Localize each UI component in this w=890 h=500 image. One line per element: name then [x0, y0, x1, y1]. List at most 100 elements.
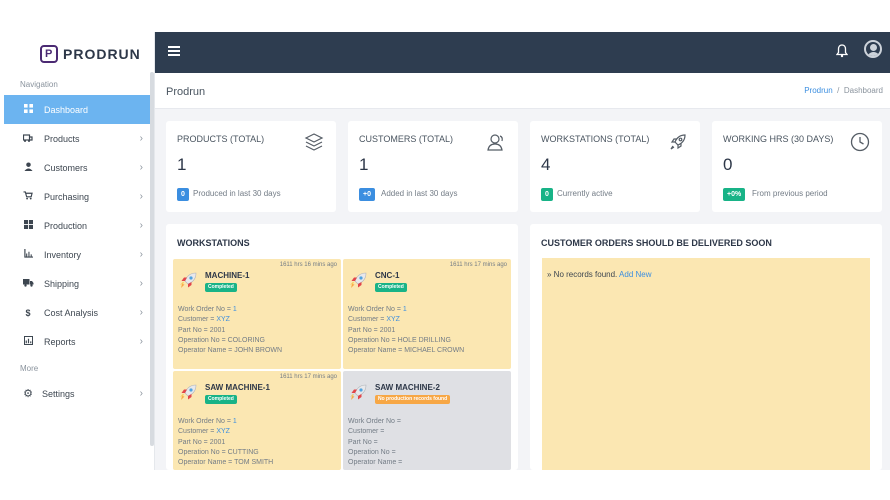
status-badge: No production records found	[375, 395, 451, 404]
rocket-icon	[348, 271, 368, 291]
stat-badge: +0	[359, 188, 375, 201]
work-order-link[interactable]: 1	[233, 306, 237, 313]
stat-subtext: Produced in last 30 days	[193, 189, 281, 198]
stat-value: 1	[359, 155, 369, 174]
stat-label: CUSTOMERS (TOTAL)	[359, 134, 454, 144]
clock-icon	[850, 132, 870, 152]
stat-badge: 0	[541, 188, 553, 201]
sidebar-item-purchasing[interactable]: Purchasing ›	[4, 182, 153, 211]
sidebar-item-production[interactable]: Production ›	[4, 211, 153, 240]
chevron-right-icon: ›	[139, 336, 143, 347]
stat-card-customers: CUSTOMERS (TOTAL) 1 +0 Added in last 30 …	[348, 121, 518, 212]
chevron-right-icon: ›	[139, 133, 143, 144]
layers-icon	[304, 132, 324, 152]
breadcrumb-current: Dashboard	[843, 86, 883, 95]
inventory-icon	[22, 249, 34, 260]
stat-card-workstations: WORKSTATIONS (TOTAL) 4 0 Currently activ…	[530, 121, 700, 212]
customers-icon	[486, 132, 506, 152]
sidebar-item-label: Inventory	[44, 249, 82, 260]
nav-section-more: More	[20, 364, 39, 373]
workstation-card-cnc-1[interactable]: 1611 hrs 17 mins ago CNC-1 Completed Wor…	[343, 259, 511, 369]
customer-link[interactable]: XYZ	[386, 316, 400, 323]
customer-orders-panel: CUSTOMER ORDERS SHOULD BE DELIVERED SOON…	[530, 224, 882, 470]
products-icon	[22, 133, 34, 144]
stat-label: WORKING HRS (30 DAYS)	[723, 134, 834, 144]
chevron-right-icon: ›	[139, 191, 143, 202]
work-order-link[interactable]: 1	[403, 306, 407, 313]
sidebar-item-cost-analysis[interactable]: $ Cost Analysis ›	[4, 298, 153, 327]
rocket-icon	[178, 383, 198, 403]
bell-icon[interactable]	[835, 44, 849, 58]
last-activity-time: 1611 hrs 16 mins ago	[279, 262, 337, 268]
workstation-card-saw-machine-2[interactable]: SAW MACHINE-2 No production records foun…	[343, 371, 511, 470]
chevron-right-icon: ›	[139, 278, 143, 289]
nav-section-navigation: Navigation	[20, 80, 58, 89]
chevron-right-icon: ›	[139, 307, 143, 318]
dashboard-icon	[22, 104, 34, 115]
topbar	[155, 32, 890, 73]
sidebar-item-inventory[interactable]: Inventory ›	[4, 240, 153, 269]
work-order-link[interactable]: 1	[233, 418, 237, 425]
stat-card-working-hours: WORKING HRS (30 DAYS) 0 +0% From previou…	[712, 121, 882, 212]
truck-icon	[22, 278, 34, 289]
sidebar-scrollbar[interactable]	[150, 72, 154, 446]
workstation-name: MACHINE-1	[205, 271, 250, 280]
sidebar-item-customers[interactable]: Customers ›	[4, 153, 153, 182]
panel-title: WORKSTATIONS	[177, 238, 250, 248]
orders-empty-box: » No records found. Add New	[542, 258, 870, 470]
chevron-right-icon: ›	[139, 388, 143, 399]
chevron-right-icon: ›	[139, 249, 143, 260]
workstation-details: Work Order No = 1 Customer = XYZ Part No…	[178, 418, 274, 467]
sidebar-item-label: Reports	[44, 336, 76, 347]
sidebar-item-label: Settings	[42, 388, 75, 399]
add-new-link[interactable]: Add New	[619, 270, 651, 279]
panel-title: CUSTOMER ORDERS SHOULD BE DELIVERED SOON	[541, 238, 772, 248]
workstation-card-saw-machine-1[interactable]: 1611 hrs 17 mins ago SAW MACHINE-1 Compl…	[173, 371, 341, 470]
stat-card-products: PRODUCTS (TOTAL) 1 0 Produced in last 30…	[166, 121, 336, 212]
page-title: Prodrun	[166, 86, 206, 98]
dollar-icon: $	[25, 307, 31, 318]
workstation-card-machine-1[interactable]: 1611 hrs 16 mins ago MACHINE-1 Completed…	[173, 259, 341, 369]
reports-icon	[22, 335, 34, 347]
main-content: Prodrun Prodrun / Dashboard PRODUCTS (TO…	[155, 73, 890, 470]
brand[interactable]: P PRODRUN	[40, 45, 141, 63]
stat-badge: +0%	[723, 188, 746, 201]
sidebar-item-products[interactable]: Products ›	[4, 124, 153, 153]
stat-value: 0	[723, 155, 733, 174]
sidebar-item-shipping[interactable]: Shipping ›	[4, 269, 153, 298]
stat-value: 1	[177, 155, 187, 174]
sidebar-item-label: Production	[44, 220, 88, 231]
workstation-name: SAW MACHINE-1	[205, 383, 270, 392]
user-avatar-icon[interactable]	[864, 40, 882, 58]
user-icon	[22, 162, 34, 173]
stat-value: 4	[541, 155, 551, 174]
sidebar-item-reports[interactable]: Reports ›	[4, 327, 153, 356]
breadcrumb-separator: /	[837, 86, 840, 95]
page-title-bar: Prodrun Prodrun / Dashboard	[155, 73, 890, 109]
cart-icon	[22, 191, 34, 202]
last-activity-time: 1611 hrs 17 mins ago	[449, 262, 507, 268]
workstation-details: Work Order No = 1 Customer = XYZ Part No…	[178, 306, 283, 355]
breadcrumb: Prodrun / Dashboard	[804, 86, 883, 95]
breadcrumb-link-root[interactable]: Prodrun	[804, 86, 832, 95]
sidebar-item-settings[interactable]: ⚙ Settings ›	[4, 379, 153, 408]
sidebar-item-label: Products	[44, 133, 80, 144]
sidebar: P PRODRUN Navigation Dashboard Products …	[0, 32, 155, 470]
status-badge: Completed	[205, 283, 237, 292]
sidebar-item-dashboard[interactable]: Dashboard	[4, 95, 153, 124]
workstations-panel: WORKSTATIONS 1611 hrs 16 mins ago MACHIN…	[166, 224, 518, 470]
stat-badge: 0	[177, 188, 189, 201]
brand-name: PRODRUN	[63, 46, 141, 62]
sidebar-item-label: Shipping	[44, 278, 80, 289]
status-badge: Completed	[205, 395, 237, 404]
customer-link[interactable]: XYZ	[216, 316, 230, 323]
workstation-name: SAW MACHINE-2	[375, 383, 440, 392]
menu-toggle-icon[interactable]	[168, 46, 180, 56]
empty-message: » No records found. Add New	[547, 270, 652, 279]
chevron-right-icon: ›	[139, 162, 143, 173]
stat-subtext: From previous period	[752, 189, 828, 198]
sidebar-item-label: Purchasing	[44, 191, 90, 202]
workstation-name: CNC-1	[375, 271, 400, 280]
customer-link[interactable]: XYZ	[216, 428, 230, 435]
sidebar-item-label: Cost Analysis	[44, 307, 99, 318]
